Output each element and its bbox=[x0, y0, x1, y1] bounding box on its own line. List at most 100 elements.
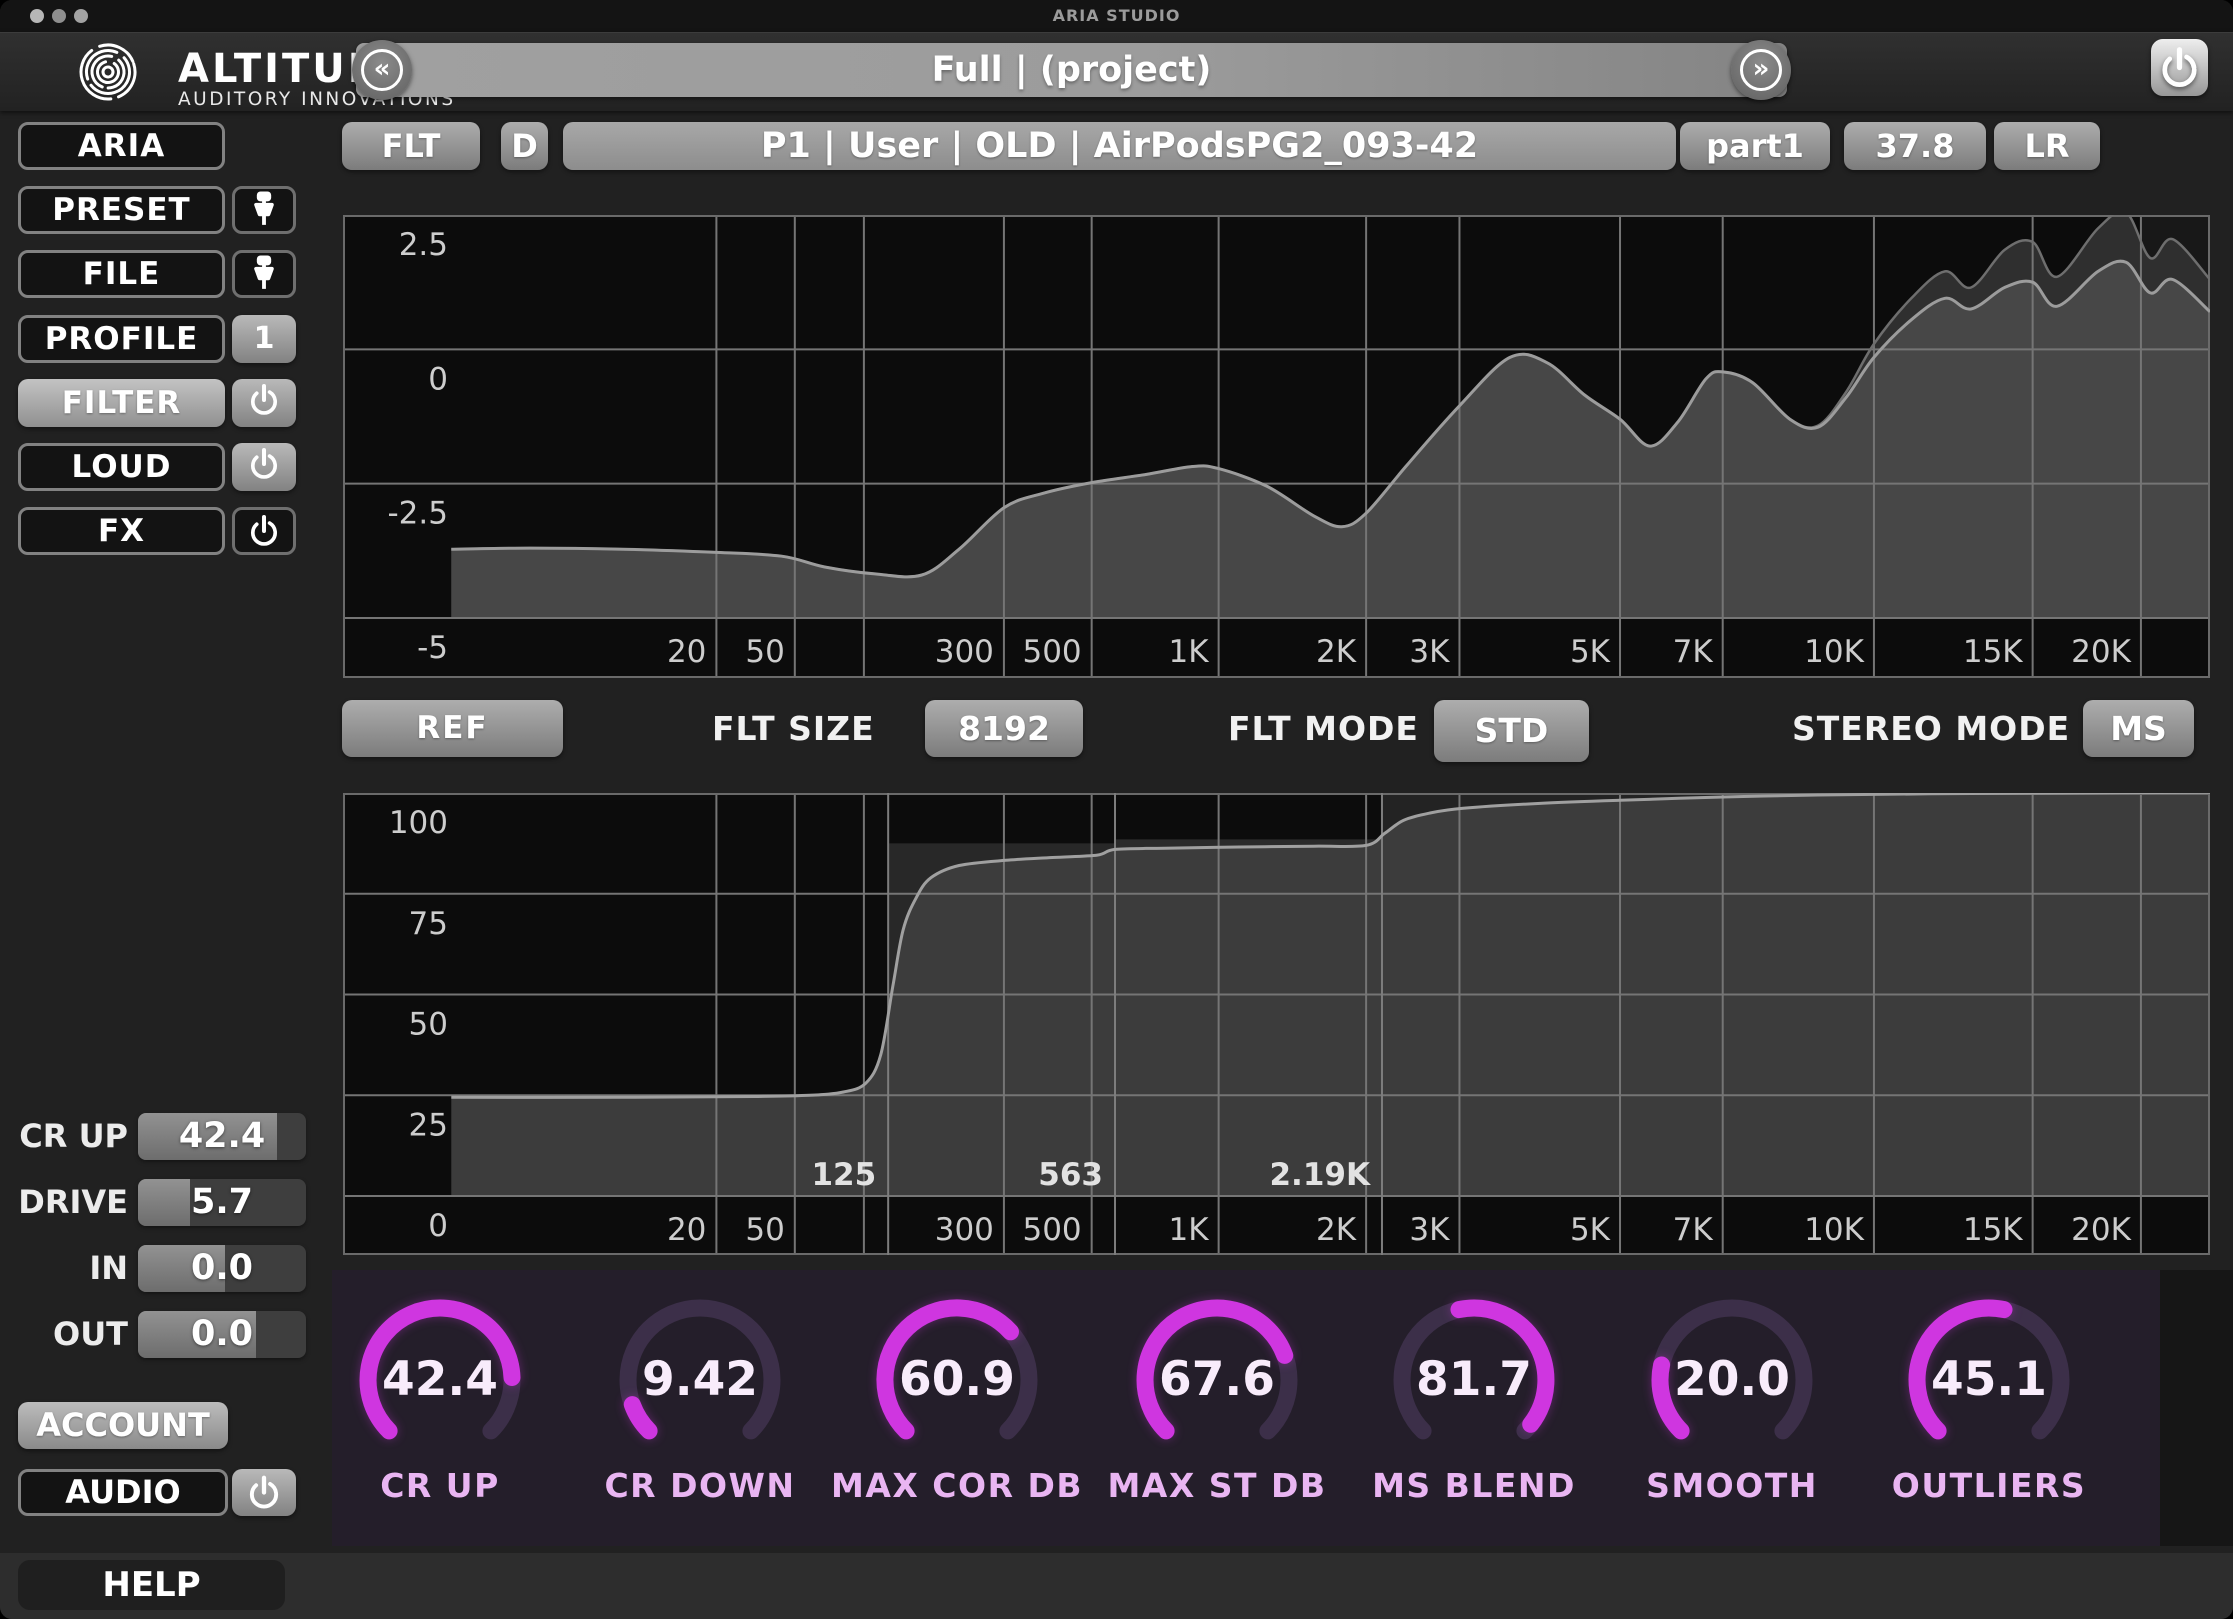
svg-text:2.19K: 2.19K bbox=[1269, 1157, 1370, 1193]
part-button[interactable]: part1 bbox=[1680, 122, 1830, 170]
svg-text:0: 0 bbox=[428, 1208, 448, 1244]
param-label-in: IN bbox=[0, 1245, 128, 1292]
svg-text:1K: 1K bbox=[1169, 1212, 1210, 1248]
account-button[interactable]: ACCOUNT bbox=[18, 1402, 228, 1449]
pin-icon bbox=[235, 189, 293, 231]
fx-power-button[interactable] bbox=[232, 507, 296, 555]
panel-right-filler bbox=[2160, 1270, 2233, 1546]
svg-text:5K: 5K bbox=[1570, 634, 1611, 670]
d-button[interactable]: D bbox=[501, 122, 548, 170]
flt-button[interactable]: FLT bbox=[342, 122, 480, 170]
file-pin-button[interactable] bbox=[232, 250, 296, 298]
knob-label-cr-up: CR UP bbox=[295, 1466, 585, 1505]
svg-text:15K: 15K bbox=[1963, 1212, 2023, 1248]
param-value: 5.7 bbox=[138, 1179, 306, 1226]
svg-text:500: 500 bbox=[1022, 634, 1081, 670]
master-power-button[interactable] bbox=[2151, 39, 2208, 96]
stereo-mode-button[interactable]: MS bbox=[2083, 700, 2194, 757]
knob-label-max-st-db: MAX ST DB bbox=[1072, 1466, 1362, 1505]
svg-text:125: 125 bbox=[811, 1157, 876, 1193]
svg-text:2K: 2K bbox=[1316, 634, 1357, 670]
help-bar: HELP bbox=[0, 1553, 2233, 1619]
power-icon bbox=[2151, 39, 2208, 96]
sidebar-item-file[interactable]: FILE bbox=[18, 250, 225, 298]
knob-value-outliers: 45.1 bbox=[1904, 1352, 2074, 1408]
svg-text:20: 20 bbox=[667, 634, 706, 670]
power-icon bbox=[235, 443, 293, 485]
knob-value-smooth: 20.0 bbox=[1647, 1352, 1817, 1408]
sidebar-item-aria[interactable]: ARIA bbox=[18, 122, 225, 170]
fingerprint-logo-icon bbox=[62, 37, 154, 107]
flt-mode-button[interactable]: STD bbox=[1434, 700, 1589, 762]
svg-text:100: 100 bbox=[389, 805, 448, 841]
preset-pin-button[interactable] bbox=[232, 186, 296, 234]
knob-value-cr-up: 42.4 bbox=[355, 1352, 525, 1408]
svg-text:20K: 20K bbox=[2071, 634, 2131, 670]
help-button[interactable]: HELP bbox=[18, 1560, 285, 1610]
svg-text:50: 50 bbox=[745, 634, 784, 670]
loud-power-button[interactable] bbox=[232, 443, 296, 491]
param-slider-in[interactable]: 0.0 bbox=[138, 1245, 306, 1292]
pin-icon bbox=[235, 253, 293, 295]
correction-amount-chart[interactable]: 20503005001K2K3K5K7K10K15K20K10075502501… bbox=[343, 793, 2210, 1255]
knob-label-outliers: OUTLIERS bbox=[1844, 1466, 2134, 1505]
sidebar-item-loud[interactable]: LOUD bbox=[18, 443, 225, 491]
svg-text:1K: 1K bbox=[1169, 634, 1210, 670]
flt-size-button[interactable]: 8192 bbox=[925, 700, 1083, 757]
profile-number-button[interactable]: 1 bbox=[232, 315, 296, 363]
nav-forward-button[interactable]: » bbox=[1731, 40, 1791, 100]
app-title: ARIA STUDIO bbox=[0, 0, 2233, 32]
param-slider-cr-up[interactable]: 42.4 bbox=[138, 1113, 306, 1160]
ref-button[interactable]: REF bbox=[342, 700, 563, 757]
sidebar-item-filter[interactable]: FILTER bbox=[18, 379, 225, 427]
filter-value-button[interactable]: 37.8 bbox=[1844, 122, 1986, 170]
channel-mode-button[interactable]: LR bbox=[1994, 122, 2100, 170]
knob-value-cr-down: 9.42 bbox=[615, 1352, 785, 1408]
knob-label-ms-blend: MS BLEND bbox=[1329, 1466, 1619, 1505]
audio-button[interactable]: AUDIO bbox=[18, 1469, 228, 1516]
svg-text:-5: -5 bbox=[417, 630, 448, 666]
knob-label-max-cor-db: MAX COR DB bbox=[812, 1466, 1102, 1505]
filter-response-chart[interactable]: 20503005001K2K3K5K7K10K15K20K2.50-2.5-5 bbox=[343, 215, 2210, 678]
filter-power-button[interactable] bbox=[232, 379, 296, 427]
svg-text:50: 50 bbox=[409, 1007, 448, 1043]
param-slider-out[interactable]: 0.0 bbox=[138, 1311, 306, 1358]
param-label-out: OUT bbox=[0, 1311, 128, 1358]
back-chevrons-icon: « bbox=[361, 49, 403, 91]
knob-value-max-st-db: 67.6 bbox=[1132, 1352, 1302, 1408]
profile-path-bar[interactable]: P1 | User | OLD | AirPodsPG2_093-42 bbox=[563, 122, 1676, 170]
knob-label-smooth: SMOOTH bbox=[1587, 1466, 1877, 1505]
flt-mode-label: FLT MODE bbox=[1228, 700, 1419, 757]
svg-text:25: 25 bbox=[409, 1107, 448, 1143]
svg-text:500: 500 bbox=[1022, 1212, 1081, 1248]
nav-back-button[interactable]: « bbox=[352, 40, 412, 100]
project-nav-bar: Full | (project) « » bbox=[356, 43, 1787, 97]
project-title: Full | (project) bbox=[356, 43, 1787, 97]
stereo-mode-label: STEREO MODE bbox=[1792, 700, 2070, 757]
plugin-window: ARIA STUDIO ALTITUDE™ AUDITORY INNOVATIO… bbox=[0, 0, 2233, 1619]
svg-text:563: 563 bbox=[1038, 1157, 1103, 1193]
flt-size-label: FLT SIZE bbox=[712, 700, 875, 757]
knob-value-max-cor-db: 60.9 bbox=[872, 1352, 1042, 1408]
svg-text:3K: 3K bbox=[1409, 634, 1450, 670]
svg-text:7K: 7K bbox=[1673, 634, 1714, 670]
param-value: 0.0 bbox=[138, 1311, 306, 1358]
param-slider-drive[interactable]: 5.7 bbox=[138, 1179, 306, 1226]
param-value: 0.0 bbox=[138, 1245, 306, 1292]
sidebar-item-profile[interactable]: PROFILE bbox=[18, 315, 225, 363]
svg-text:15K: 15K bbox=[1963, 634, 2023, 670]
sidebar-item-preset[interactable]: PRESET bbox=[18, 186, 225, 234]
svg-text:20: 20 bbox=[667, 1212, 706, 1248]
header: ALTITUDE™ AUDITORY INNOVATIONS Full | (p… bbox=[0, 32, 2233, 111]
audio-power-button[interactable] bbox=[232, 1469, 296, 1516]
param-label-cr-up: CR UP bbox=[0, 1113, 128, 1160]
knob-value-ms-blend: 81.7 bbox=[1389, 1352, 1559, 1408]
sidebar-item-fx[interactable]: FX bbox=[18, 507, 225, 555]
svg-text:0: 0 bbox=[428, 361, 448, 397]
svg-text:75: 75 bbox=[409, 906, 448, 942]
svg-text:2.5: 2.5 bbox=[399, 227, 448, 263]
knob-label-cr-down: CR DOWN bbox=[555, 1466, 845, 1505]
svg-text:2K: 2K bbox=[1316, 1212, 1357, 1248]
svg-text:50: 50 bbox=[745, 1212, 784, 1248]
svg-text:7K: 7K bbox=[1673, 1212, 1714, 1248]
